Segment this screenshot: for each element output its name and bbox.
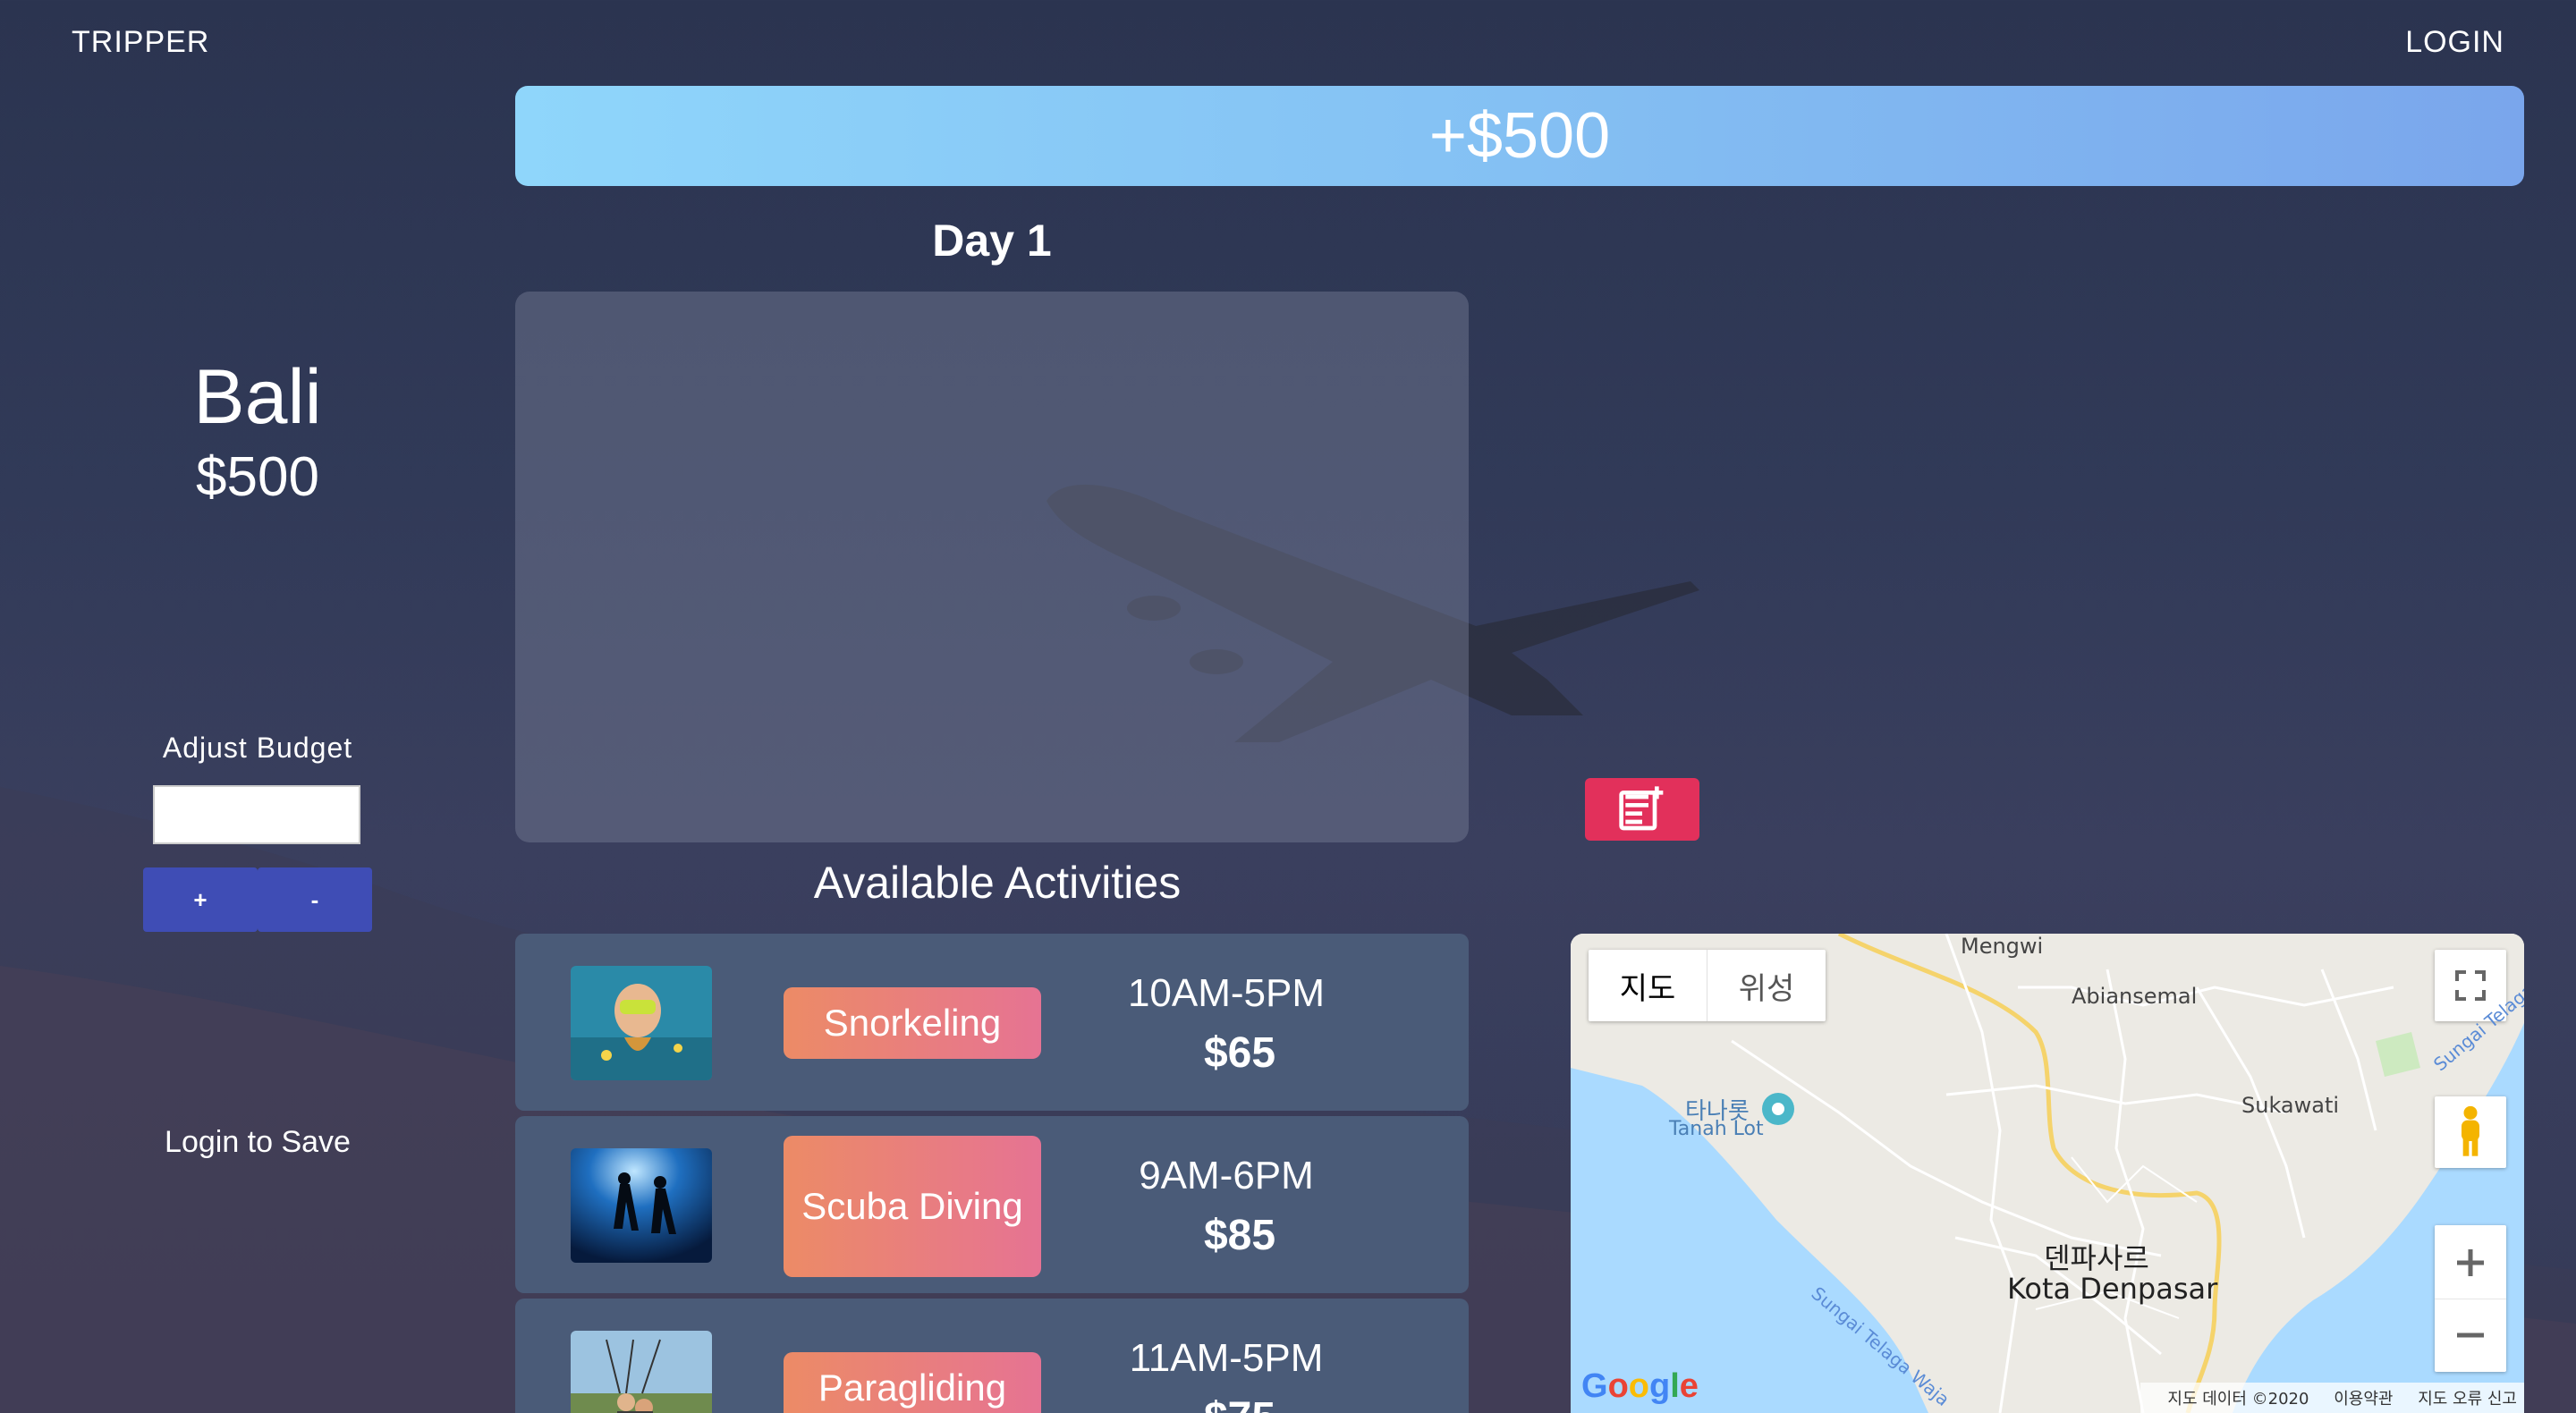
budget-change-amount: +$500 bbox=[1428, 100, 1611, 172]
map-data-credit: 지도 데이터 ©2020 bbox=[2167, 1390, 2309, 1409]
destination-summary: Bali $500 bbox=[79, 353, 436, 509]
activity-tag-snorkeling[interactable]: Snorkeling bbox=[784, 987, 1041, 1059]
map-terms-link[interactable]: 이용약관 bbox=[2334, 1390, 2393, 1409]
increase-budget-button[interactable]: + bbox=[143, 867, 258, 932]
paragliding-photo bbox=[571, 1331, 712, 1413]
activity-card-scuba-diving[interactable]: Scuba Diving 9AM-6PM $85 bbox=[515, 1116, 1469, 1293]
map-label-denpasar-ko: 덴파사르 bbox=[2044, 1241, 2149, 1275]
login-link[interactable]: LOGIN bbox=[2405, 25, 2504, 60]
day-title: Day 1 bbox=[932, 216, 1052, 266]
adjust-budget-input[interactable] bbox=[153, 785, 360, 844]
activity-card-snorkeling[interactable]: Snorkeling 10AM-5PM $65 bbox=[515, 934, 1469, 1111]
map-label-sukawati: Sukawati bbox=[2241, 1093, 2340, 1118]
activity-price: $65 bbox=[1203, 1029, 1276, 1077]
destination-budget: $500 bbox=[196, 446, 319, 508]
scuba-diving-photo bbox=[571, 1148, 712, 1263]
map-type-control: 지도 위성 bbox=[1589, 950, 1826, 1021]
brand-logo[interactable]: TRIPPER bbox=[72, 25, 209, 60]
activity-time: 10AM-5PM bbox=[1127, 971, 1326, 1015]
budget-change-banner: +$500 bbox=[515, 86, 2524, 186]
activity-time: 9AM-6PM bbox=[1139, 1154, 1314, 1197]
snorkeling-photo bbox=[571, 966, 712, 1080]
minus-icon bbox=[2457, 1333, 2484, 1337]
activity-tag-paragliding[interactable]: Paragliding bbox=[784, 1352, 1041, 1413]
map-footer: 지도 데이터 ©2020 이용약관 지도 오류 신고 bbox=[2140, 1383, 2524, 1413]
activities-title: Available Activities bbox=[813, 858, 1182, 908]
zoom-out-button[interactable] bbox=[2435, 1299, 2506, 1371]
google-logo: Google bbox=[1581, 1367, 1699, 1405]
login-to-save-link[interactable]: Login to Save bbox=[79, 1125, 436, 1160]
pegman-icon bbox=[2462, 1105, 2479, 1156]
adjust-budget-label: Adjust Budget bbox=[162, 732, 353, 764]
map-type-satellite-button[interactable]: 위성 bbox=[1707, 950, 1826, 1021]
map-label-tanah-lot: Tanah Lot bbox=[1669, 1118, 1764, 1140]
activity-price: $75 bbox=[1106, 1393, 1374, 1413]
add-note-button[interactable] bbox=[1585, 778, 1699, 841]
activity-tag-scuba-diving[interactable]: Scuba Diving bbox=[784, 1136, 1041, 1277]
zoom-in-button[interactable] bbox=[2435, 1227, 2506, 1299]
map-label-denpasar: Kota Denpasar bbox=[2007, 1272, 2218, 1306]
map-report-link[interactable]: 지도 오류 신고 bbox=[2418, 1390, 2517, 1409]
day-itinerary-panel[interactable] bbox=[515, 292, 1469, 842]
plus-icon bbox=[2457, 1248, 2484, 1276]
map-label-abiansemal: Abiansemal bbox=[2072, 984, 2198, 1009]
decrease-budget-button[interactable]: - bbox=[258, 867, 372, 932]
zoom-control bbox=[2435, 1225, 2506, 1372]
destination-name: Bali bbox=[193, 354, 322, 440]
map-view[interactable]: 지도 위성 Mengwi Abiansemal Sukawati 타나롯 Tan… bbox=[1571, 934, 2524, 1413]
map-label-mengwi: Mengwi bbox=[1961, 934, 2044, 959]
map-type-map-button[interactable]: 지도 bbox=[1589, 950, 1707, 1021]
activity-price: $85 bbox=[1203, 1212, 1276, 1259]
activity-card-paragliding[interactable]: Paragliding 11AM-5PM $75 bbox=[515, 1299, 1469, 1413]
street-view-button[interactable] bbox=[2435, 1096, 2506, 1168]
activity-list: Snorkeling 10AM-5PM $65 Scuba Diving 9AM… bbox=[515, 934, 1469, 1413]
activity-time: 11AM-5PM bbox=[1129, 1336, 1324, 1380]
note-add-icon bbox=[1619, 786, 1664, 831]
fullscreen-icon bbox=[2455, 970, 2486, 1001]
